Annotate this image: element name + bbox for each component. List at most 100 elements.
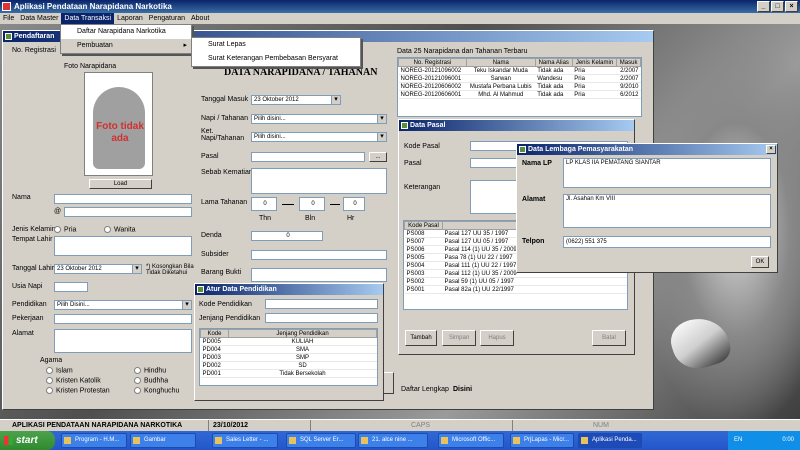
start-button[interactable]: start xyxy=(0,431,55,450)
hapus-button[interactable]: Hapus xyxy=(480,330,514,346)
pasal-input[interactable] xyxy=(251,152,365,162)
radio-circle[interactable] xyxy=(54,226,61,233)
lembaga-titlebar[interactable]: Data Lembaga Pemasyarakatan × xyxy=(517,144,777,155)
table-row[interactable]: PD003 SMP xyxy=(200,353,377,362)
table-row[interactable]: NOREG-20120606002 Mustafa Perbana Lubis … xyxy=(398,82,641,91)
radio-circle[interactable] xyxy=(134,377,141,384)
barang-bukti-input[interactable] xyxy=(251,268,387,282)
disini-link[interactable]: Disini xyxy=(453,386,472,393)
table-row[interactable]: PD002 SD xyxy=(200,361,377,370)
agama-budhha[interactable]: Budhha xyxy=(134,377,168,384)
task-prjlapas[interactable]: PrjLapas - Micr... xyxy=(510,433,574,448)
lama-tahun-input[interactable]: 0 xyxy=(251,197,277,211)
task-alice-nine[interactable]: 21. alce nine ... xyxy=(358,433,428,448)
table-row[interactable]: PD001 Tidak Bersekolah xyxy=(200,369,377,378)
pekerjaan-input[interactable] xyxy=(54,314,192,324)
col-masuk[interactable]: Masuk xyxy=(616,58,641,67)
col-jenjang[interactable]: Jenjang Pendidikan xyxy=(228,329,377,338)
col-kode-pasal[interactable]: Kode Pasal xyxy=(404,221,443,230)
radio-circle[interactable] xyxy=(46,367,53,374)
task-sql-server[interactable]: SQL Server Er... xyxy=(286,433,356,448)
tempat-lahir-input[interactable] xyxy=(54,236,192,256)
table-row[interactable]: NOREG-20121096002 Teku Iskandar Muda Tid… xyxy=(398,66,641,75)
pendidikan-titlebar[interactable]: Atur Data Pendidikan xyxy=(195,284,383,295)
pendidikan-select[interactable]: Pilih Disini... xyxy=(54,300,192,310)
radio-wanita[interactable]: Wanita xyxy=(104,226,136,233)
alias-input[interactable] xyxy=(64,207,192,217)
cell: 9/2010 xyxy=(616,82,641,91)
data-pasal-titlebar[interactable]: Data Pasal xyxy=(399,120,634,131)
alamat-lp-input[interactable]: Jl. Asahan Km VIII xyxy=(563,194,771,228)
tray-language[interactable]: EN xyxy=(734,437,742,443)
radio-circle[interactable] xyxy=(46,377,53,384)
menu-item-pembuatan[interactable]: Pembuatan ▸ xyxy=(61,39,191,53)
table-row[interactable]: NOREG-20120606001 Mhd. Al Mahmud Tidak a… xyxy=(398,90,641,99)
col-jenis-kelamin[interactable]: Jenis Kelamin xyxy=(571,58,618,67)
tanggal-masuk-picker[interactable]: 23 Oktober 2012 xyxy=(251,95,341,105)
maximize-button[interactable]: □ xyxy=(771,1,784,12)
menu-pengaturan[interactable]: Pengaturan xyxy=(146,13,188,24)
menu-item-surat-lepas[interactable]: Surat Lepas xyxy=(192,38,360,52)
table-row[interactable]: NOREG-20121096001 Sarwan Wandesu Pria 2/… xyxy=(398,74,641,83)
simpan-button[interactable]: Simpan xyxy=(442,330,476,346)
denda-input[interactable]: 0 xyxy=(251,231,323,241)
pendidikan-table[interactable]: Kode Jenjang Pendidikan PD005 KULIAH PD00… xyxy=(199,328,378,386)
menu-data-master[interactable]: Data Master xyxy=(17,13,61,24)
menu-item-surat-keterangan[interactable]: Surat Keterangan Pembebasan Bersyarat xyxy=(192,52,360,66)
nama-input[interactable] xyxy=(54,194,192,204)
batal-button[interactable]: Batal xyxy=(592,330,626,346)
radio-circle[interactable] xyxy=(46,387,53,394)
menu-data-transaksi[interactable]: Data Transaksi xyxy=(61,13,115,24)
col-nama-alias[interactable]: Nama Alias xyxy=(534,58,573,67)
col-no-registrasi[interactable]: No. Registrasi xyxy=(398,58,467,67)
table-row[interactable]: PD005 KULIAH xyxy=(200,337,377,346)
close-button[interactable]: × xyxy=(785,1,798,12)
menu-about[interactable]: About xyxy=(188,13,212,24)
agama-islam[interactable]: Islam xyxy=(46,367,73,374)
telpon-input[interactable]: (0622) 551 375 xyxy=(563,236,771,248)
close-icon[interactable]: × xyxy=(766,145,776,154)
sebab-input[interactable] xyxy=(251,168,387,194)
agama-konghuchu[interactable]: Konghuchu xyxy=(134,387,179,394)
nama-lp-input[interactable]: LP KLAS IIA PEMATANG SIANTAR xyxy=(563,158,771,188)
table-row[interactable]: PS002 Pasal 59 (1) UU 05 / 1997 xyxy=(404,277,627,286)
windows-flag-icon xyxy=(4,436,13,445)
task-aplikasi[interactable]: Aplikasi Penda... xyxy=(578,433,642,448)
minimize-button[interactable]: _ xyxy=(757,1,770,12)
side-scroll-button[interactable] xyxy=(383,372,394,394)
pasal-browse-button[interactable]: ... xyxy=(369,152,387,162)
usia-input[interactable] xyxy=(54,282,88,292)
col-kode[interactable]: Kode xyxy=(200,329,229,338)
radio-pria[interactable]: Pria xyxy=(54,226,76,233)
task-program[interactable]: Program - H.M... xyxy=(61,433,127,448)
narapidana-table[interactable]: No. Registrasi Nama Nama Alias Jenis Kel… xyxy=(397,57,642,117)
col-nama[interactable]: Nama xyxy=(465,58,536,67)
agama-protestan[interactable]: Kristen Protestan xyxy=(46,387,110,394)
subsider-input[interactable] xyxy=(251,250,387,260)
lama-hari-input[interactable]: 0 xyxy=(343,197,365,211)
task-sales-letter[interactable]: Sales Letter - ... xyxy=(212,433,278,448)
table-row[interactable]: PD004 SMA xyxy=(200,345,377,354)
alamat-input[interactable] xyxy=(54,329,192,353)
agama-hindhu[interactable]: Hindhu xyxy=(134,367,166,374)
table-row[interactable]: PS001 Pasal 82a (1) UU 22/1997 xyxy=(404,285,627,294)
agama-katolik[interactable]: Kristen Katolik xyxy=(46,377,101,384)
radio-circle[interactable] xyxy=(104,226,111,233)
load-photo-button[interactable]: Load xyxy=(89,179,152,189)
app-title: Aplikasi Pendataan Narapidana Narkotika xyxy=(14,2,172,11)
ket-napi-select[interactable]: Pilih disini... xyxy=(251,132,387,142)
menu-item-daftar-narapidana[interactable]: Daftar Narapidana Narkotika xyxy=(61,25,191,39)
napi-tahanan-select[interactable]: Pilih disini... xyxy=(251,114,387,124)
menu-file[interactable]: File xyxy=(0,13,17,24)
task-microsoft-office[interactable]: Microsoft Offic... xyxy=(438,433,504,448)
tanggal-lahir-picker[interactable]: 23 Oktober 2012 xyxy=(54,264,142,274)
lama-bulan-input[interactable]: 0 xyxy=(299,197,325,211)
kode-pendidikan-input[interactable] xyxy=(265,299,378,309)
radio-circle[interactable] xyxy=(134,367,141,374)
jenjang-input[interactable] xyxy=(265,313,378,323)
task-gambar[interactable]: Gambar xyxy=(130,433,196,448)
menu-laporan[interactable]: Laporan xyxy=(114,13,146,24)
radio-circle[interactable] xyxy=(134,387,141,394)
ok-button[interactable]: OK xyxy=(751,256,769,268)
tambah-button[interactable]: Tambah xyxy=(405,330,437,346)
